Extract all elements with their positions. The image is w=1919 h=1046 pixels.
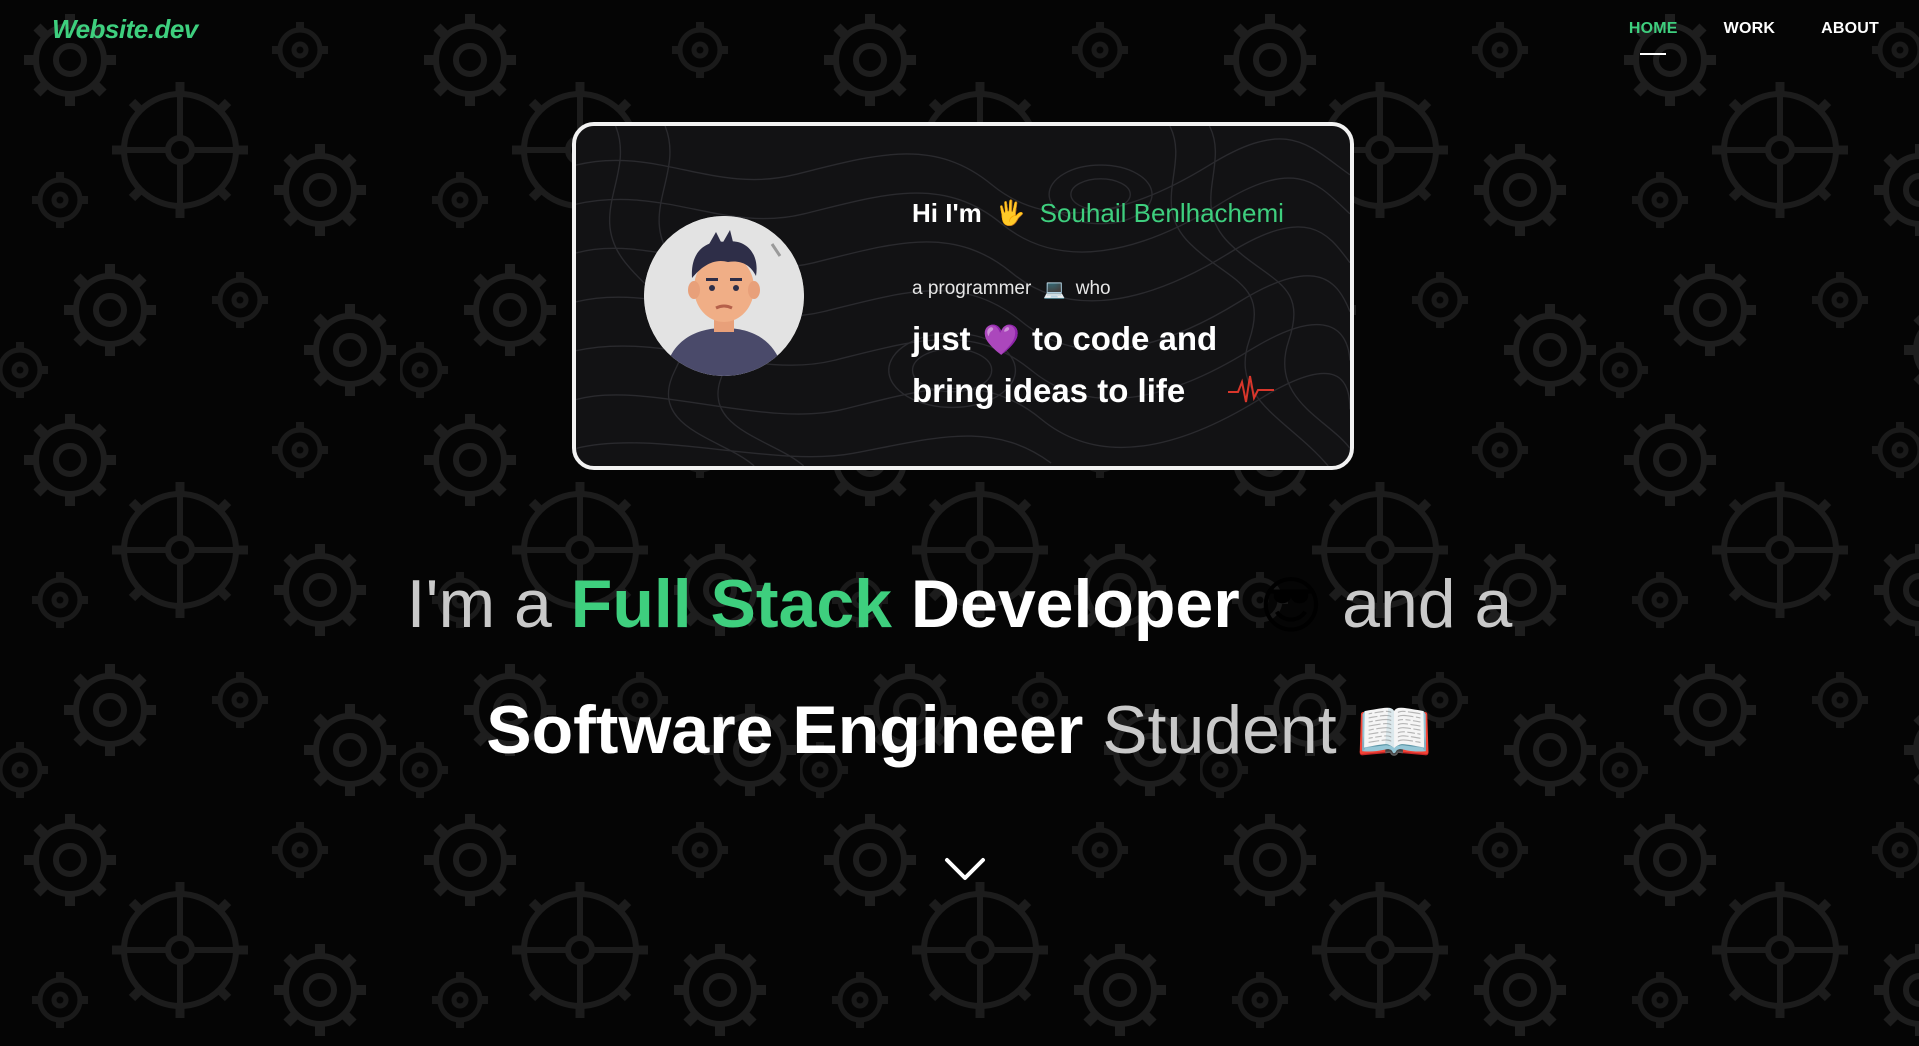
motto-part1: just bbox=[912, 320, 971, 357]
site-logo[interactable]: Website.dev bbox=[52, 14, 198, 45]
nav-work[interactable]: WORK bbox=[1724, 20, 1775, 38]
avatar-illustration bbox=[644, 216, 804, 376]
hero-line1-highlight: Full Stack bbox=[570, 566, 892, 642]
greeting-prefix: Hi I'm bbox=[912, 198, 982, 228]
main-nav: HOME WORK ABOUT bbox=[1628, 20, 1879, 55]
heart-icon: 💜 bbox=[982, 324, 1021, 357]
nav-home-label: HOME bbox=[1628, 20, 1678, 37]
waving-hand-icon: 🖐 bbox=[995, 200, 1026, 227]
nav-about[interactable]: ABOUT bbox=[1821, 20, 1879, 38]
tagline-suffix: who bbox=[1075, 278, 1111, 299]
portfolio-page: Website.dev HOME WORK ABOUT Hi I'm 🖐 Sou… bbox=[0, 0, 1919, 1046]
nav-about-label: ABOUT bbox=[1821, 20, 1879, 37]
hero-line-1: I'm a Full Stack Developer 😎 and a bbox=[0, 564, 1919, 647]
tagline: a programmer 💻 who bbox=[912, 278, 1111, 300]
nav-active-indicator bbox=[1640, 53, 1667, 55]
hero-line1-prefix: I'm a bbox=[406, 566, 552, 642]
nav-work-label: WORK bbox=[1723, 20, 1776, 37]
hero-line-2: Software Engineer Student 📖 bbox=[0, 690, 1919, 773]
tagline-prefix: a programmer bbox=[912, 278, 1032, 299]
motto-part3: bring ideas to life bbox=[912, 372, 1186, 409]
hero-line1-suffix: and a bbox=[1342, 566, 1513, 642]
chevron-down-icon[interactable] bbox=[943, 854, 987, 884]
heartbeat-icon bbox=[1228, 375, 1274, 403]
open-book-icon: 📖 bbox=[1355, 698, 1433, 767]
nav-home[interactable]: HOME bbox=[1628, 20, 1678, 55]
author-name: Souhail Benlhachemi bbox=[1039, 198, 1284, 228]
hero-line2-suffix: Student bbox=[1102, 692, 1337, 768]
hero-line2-bold: Software Engineer bbox=[486, 692, 1084, 768]
avatar bbox=[644, 216, 804, 376]
sunglasses-icon: 😎 bbox=[1258, 572, 1324, 641]
hero-line1-bold: Developer bbox=[910, 566, 1240, 642]
motto-part2: to code and bbox=[1032, 320, 1218, 357]
greeting: Hi I'm 🖐 Souhail Benlhachemi bbox=[912, 198, 1284, 229]
intro-card: Hi I'm 🖐 Souhail Benlhachemi a programme… bbox=[572, 122, 1354, 470]
laptop-icon: 💻 bbox=[1043, 278, 1066, 299]
